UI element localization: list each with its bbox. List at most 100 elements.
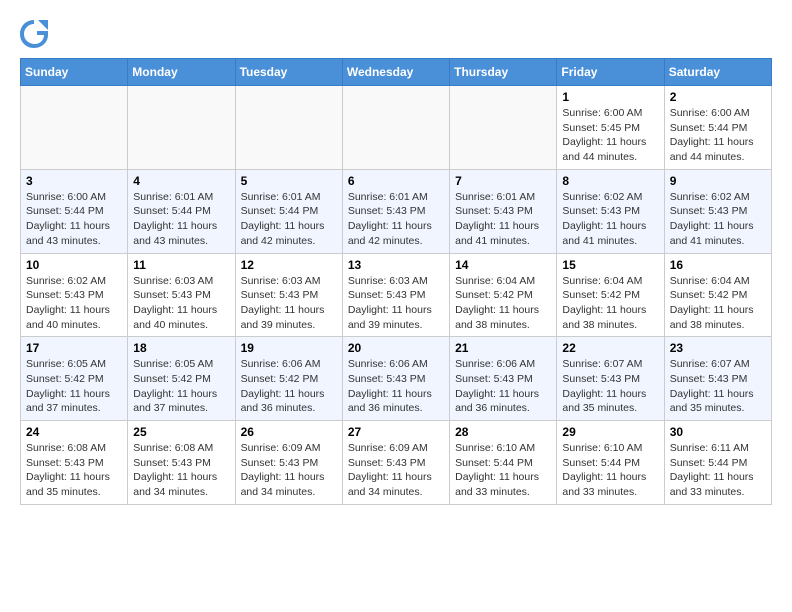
calendar-cell: 18 Sunrise: 6:05 AM Sunset: 5:42 PM Dayli… <box>128 337 235 421</box>
weekday-header: Thursday <box>450 59 557 86</box>
day-info: Sunrise: 6:04 AM Sunset: 5:42 PM Dayligh… <box>670 274 766 333</box>
day-info: Sunrise: 6:03 AM Sunset: 5:43 PM Dayligh… <box>348 274 444 333</box>
calendar-cell <box>235 86 342 170</box>
day-info: Sunrise: 6:00 AM Sunset: 5:45 PM Dayligh… <box>562 106 658 165</box>
calendar-cell: 19 Sunrise: 6:06 AM Sunset: 5:42 PM Dayli… <box>235 337 342 421</box>
calendar-week-row: 10 Sunrise: 6:02 AM Sunset: 5:43 PM Dayli… <box>21 253 772 337</box>
day-number: 17 <box>26 341 122 355</box>
page-header <box>20 20 772 48</box>
day-number: 11 <box>133 258 229 272</box>
day-number: 27 <box>348 425 444 439</box>
calendar-cell <box>128 86 235 170</box>
weekday-header: Tuesday <box>235 59 342 86</box>
day-number: 22 <box>562 341 658 355</box>
calendar-cell: 12 Sunrise: 6:03 AM Sunset: 5:43 PM Dayli… <box>235 253 342 337</box>
day-number: 3 <box>26 174 122 188</box>
day-info: Sunrise: 6:10 AM Sunset: 5:44 PM Dayligh… <box>455 441 551 500</box>
day-info: Sunrise: 6:01 AM Sunset: 5:44 PM Dayligh… <box>241 190 337 249</box>
day-info: Sunrise: 6:06 AM Sunset: 5:43 PM Dayligh… <box>348 357 444 416</box>
calendar-cell <box>21 86 128 170</box>
calendar-table: SundayMondayTuesdayWednesdayThursdayFrid… <box>20 58 772 505</box>
day-number: 21 <box>455 341 551 355</box>
calendar-cell: 8Sunrise: 6:02 AM Sunset: 5:43 PM Daylig… <box>557 169 664 253</box>
day-number: 4 <box>133 174 229 188</box>
day-info: Sunrise: 6:07 AM Sunset: 5:43 PM Dayligh… <box>670 357 766 416</box>
day-info: Sunrise: 6:00 AM Sunset: 5:44 PM Dayligh… <box>670 106 766 165</box>
day-info: Sunrise: 6:06 AM Sunset: 5:43 PM Dayligh… <box>455 357 551 416</box>
calendar-cell: 5 Sunrise: 6:01 AM Sunset: 5:44 PM Daylig… <box>235 169 342 253</box>
weekday-header: Wednesday <box>342 59 449 86</box>
day-number: 20 <box>348 341 444 355</box>
day-number: 6 <box>348 174 444 188</box>
day-info: Sunrise: 6:07 AM Sunset: 5:43 PM Dayligh… <box>562 357 658 416</box>
day-number: 16 <box>670 258 766 272</box>
calendar-cell: 24 Sunrise: 6:08 AM Sunset: 5:43 PM Dayli… <box>21 421 128 505</box>
calendar-cell: 3 Sunrise: 6:00 AM Sunset: 5:44 PM Daylig… <box>21 169 128 253</box>
calendar-cell: 14 Sunrise: 6:04 AM Sunset: 5:42 PM Dayli… <box>450 253 557 337</box>
logo <box>20 20 52 48</box>
calendar-cell: 15 Sunrise: 6:04 AM Sunset: 5:42 PM Dayli… <box>557 253 664 337</box>
calendar-cell: 16 Sunrise: 6:04 AM Sunset: 5:42 PM Dayli… <box>664 253 771 337</box>
day-number: 30 <box>670 425 766 439</box>
calendar-cell: 29 Sunrise: 6:10 AM Sunset: 5:44 PM Dayli… <box>557 421 664 505</box>
day-info: Sunrise: 6:02 AM Sunset: 5:43 PM Dayligh… <box>670 190 766 249</box>
weekday-header: Saturday <box>664 59 771 86</box>
calendar-cell: 27 Sunrise: 6:09 AM Sunset: 5:43 PM Dayli… <box>342 421 449 505</box>
day-number: 15 <box>562 258 658 272</box>
day-info: Sunrise: 6:09 AM Sunset: 5:43 PM Dayligh… <box>348 441 444 500</box>
day-number: 8 <box>562 174 658 188</box>
day-number: 10 <box>26 258 122 272</box>
day-number: 26 <box>241 425 337 439</box>
day-number: 24 <box>26 425 122 439</box>
day-number: 25 <box>133 425 229 439</box>
calendar-cell: 28 Sunrise: 6:10 AM Sunset: 5:44 PM Dayli… <box>450 421 557 505</box>
logo-icon <box>20 20 48 48</box>
day-info: Sunrise: 6:09 AM Sunset: 5:43 PM Dayligh… <box>241 441 337 500</box>
day-number: 28 <box>455 425 551 439</box>
calendar-cell: 20 Sunrise: 6:06 AM Sunset: 5:43 PM Dayli… <box>342 337 449 421</box>
day-info: Sunrise: 6:08 AM Sunset: 5:43 PM Dayligh… <box>133 441 229 500</box>
calendar-cell: 22 Sunrise: 6:07 AM Sunset: 5:43 PM Dayli… <box>557 337 664 421</box>
day-info: Sunrise: 6:00 AM Sunset: 5:44 PM Dayligh… <box>26 190 122 249</box>
calendar-cell: 17 Sunrise: 6:05 AM Sunset: 5:42 PM Dayli… <box>21 337 128 421</box>
calendar-cell: 21 Sunrise: 6:06 AM Sunset: 5:43 PM Dayli… <box>450 337 557 421</box>
calendar-cell: 2Sunrise: 6:00 AM Sunset: 5:44 PM Daylig… <box>664 86 771 170</box>
day-info: Sunrise: 6:01 AM Sunset: 5:43 PM Dayligh… <box>348 190 444 249</box>
day-info: Sunrise: 6:05 AM Sunset: 5:42 PM Dayligh… <box>133 357 229 416</box>
calendar-cell: 30Sunrise: 6:11 AM Sunset: 5:44 PM Dayli… <box>664 421 771 505</box>
calendar-cell: 11 Sunrise: 6:03 AM Sunset: 5:43 PM Dayli… <box>128 253 235 337</box>
day-number: 14 <box>455 258 551 272</box>
day-info: Sunrise: 6:06 AM Sunset: 5:42 PM Dayligh… <box>241 357 337 416</box>
day-number: 12 <box>241 258 337 272</box>
day-info: Sunrise: 6:03 AM Sunset: 5:43 PM Dayligh… <box>241 274 337 333</box>
calendar-cell <box>450 86 557 170</box>
calendar-cell <box>342 86 449 170</box>
day-number: 19 <box>241 341 337 355</box>
weekday-header: Sunday <box>21 59 128 86</box>
day-info: Sunrise: 6:04 AM Sunset: 5:42 PM Dayligh… <box>455 274 551 333</box>
day-number: 5 <box>241 174 337 188</box>
day-info: Sunrise: 6:04 AM Sunset: 5:42 PM Dayligh… <box>562 274 658 333</box>
calendar-cell: 1 Sunrise: 6:00 AM Sunset: 5:45 PM Daylig… <box>557 86 664 170</box>
calendar-cell: 25 Sunrise: 6:08 AM Sunset: 5:43 PM Dayli… <box>128 421 235 505</box>
day-info: Sunrise: 6:01 AM Sunset: 5:44 PM Dayligh… <box>133 190 229 249</box>
day-number: 9 <box>670 174 766 188</box>
weekday-header: Friday <box>557 59 664 86</box>
day-info: Sunrise: 6:03 AM Sunset: 5:43 PM Dayligh… <box>133 274 229 333</box>
calendar-cell: 6 Sunrise: 6:01 AM Sunset: 5:43 PM Daylig… <box>342 169 449 253</box>
day-info: Sunrise: 6:02 AM Sunset: 5:43 PM Dayligh… <box>26 274 122 333</box>
day-info: Sunrise: 6:05 AM Sunset: 5:42 PM Dayligh… <box>26 357 122 416</box>
day-number: 18 <box>133 341 229 355</box>
day-number: 1 <box>562 90 658 104</box>
calendar-cell: 10 Sunrise: 6:02 AM Sunset: 5:43 PM Dayli… <box>21 253 128 337</box>
day-number: 13 <box>348 258 444 272</box>
day-number: 29 <box>562 425 658 439</box>
calendar-cell: 13 Sunrise: 6:03 AM Sunset: 5:43 PM Dayli… <box>342 253 449 337</box>
day-number: 7 <box>455 174 551 188</box>
calendar-week-row: 1 Sunrise: 6:00 AM Sunset: 5:45 PM Daylig… <box>21 86 772 170</box>
calendar-header-row: SundayMondayTuesdayWednesdayThursdayFrid… <box>21 59 772 86</box>
day-number: 23 <box>670 341 766 355</box>
calendar-week-row: 17 Sunrise: 6:05 AM Sunset: 5:42 PM Dayli… <box>21 337 772 421</box>
day-info: Sunrise: 6:08 AM Sunset: 5:43 PM Dayligh… <box>26 441 122 500</box>
day-info: Sunrise: 6:10 AM Sunset: 5:44 PM Dayligh… <box>562 441 658 500</box>
